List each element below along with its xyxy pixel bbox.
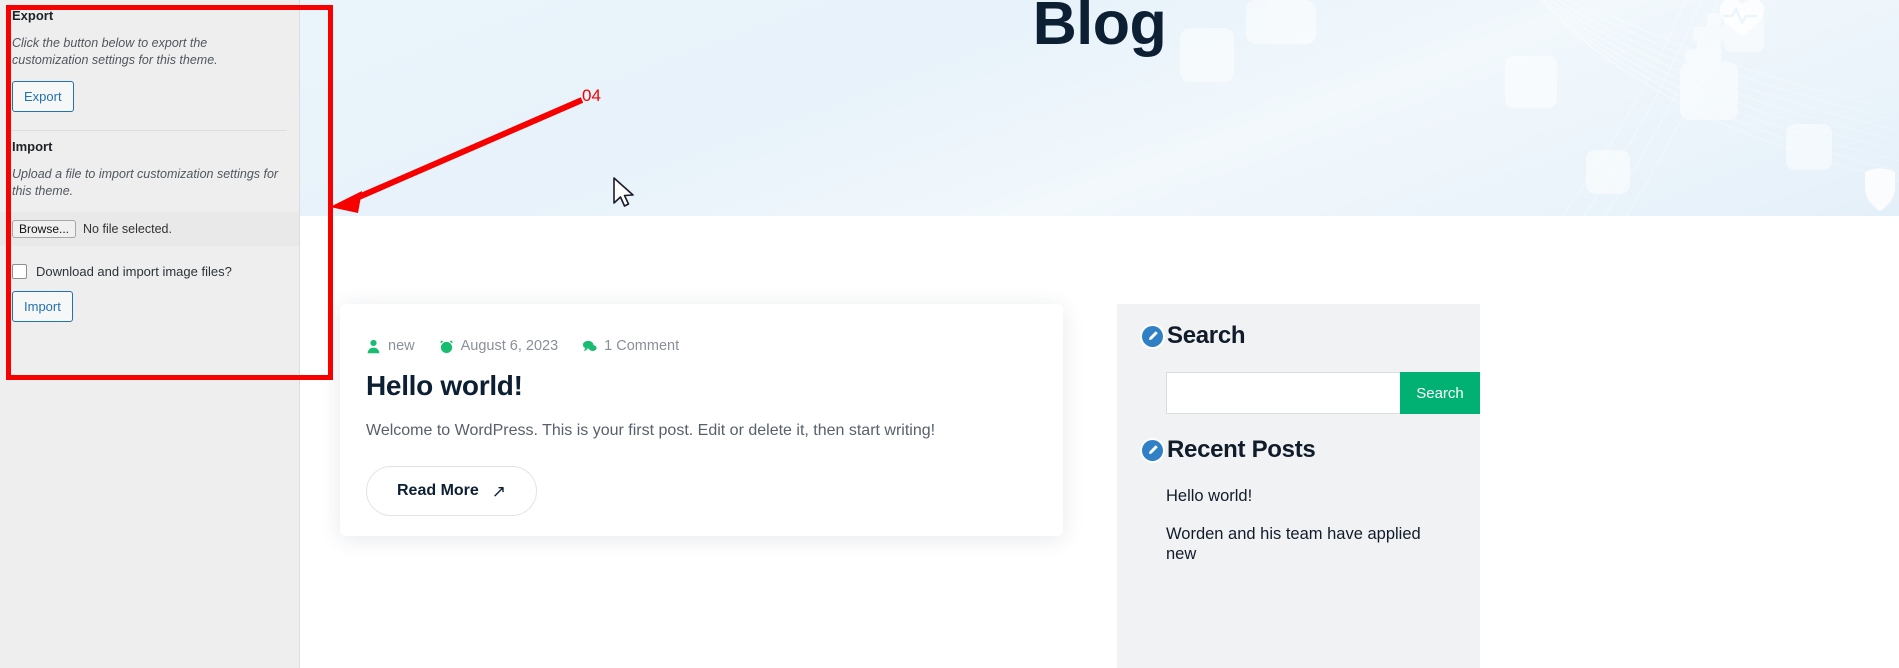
search-input[interactable] <box>1166 372 1400 414</box>
widget-search: Search Search <box>1142 322 1480 414</box>
recent-posts-list: Hello world! Worden and his team have ap… <box>1142 486 1455 565</box>
sidebar-widget-area: Search Search Recent Posts Hello world! … <box>1117 304 1480 668</box>
widget-search-title: Search <box>1142 322 1455 350</box>
page-title: Blog <box>1032 0 1167 57</box>
post-title[interactable]: Hello world! <box>366 370 1037 402</box>
import-heading: Import <box>12 139 53 155</box>
comments-icon <box>582 339 597 354</box>
export-section: Export Click the button below to export … <box>0 0 299 132</box>
blog-body: new August 6, 2023 1 Comment Hello world… <box>300 216 1899 668</box>
post-meta: new August 6, 2023 1 Comment <box>366 338 1037 354</box>
recent-post-link[interactable]: Worden and his team have applied new <box>1166 524 1455 565</box>
post-comments-label: 1 Comment <box>604 338 680 354</box>
screenshot-root: Blog new August 6, 2023 1 Comment Hello … <box>0 0 1899 668</box>
export-heading: Export <box>12 8 54 23</box>
post-author[interactable]: new <box>366 338 415 354</box>
import-section: Import Upload a file to import customiza… <box>0 131 299 323</box>
download-images-row[interactable]: Download and import image files? <box>12 263 287 279</box>
search-submit-button[interactable]: Search <box>1400 372 1480 414</box>
download-images-label: Download and import image files? <box>36 263 232 279</box>
import-button[interactable]: Import <box>12 290 73 323</box>
read-more-label: Read More <box>397 482 479 500</box>
file-status-text: No file selected. <box>83 221 172 236</box>
post-excerpt: Welcome to WordPress. This is your first… <box>366 422 936 439</box>
user-icon <box>366 339 381 354</box>
clock-icon <box>439 339 454 354</box>
pencil-icon <box>1142 325 1163 347</box>
list-item: Worden and his team have applied new <box>1166 524 1455 565</box>
file-upload-row[interactable]: Browse... No file selected. <box>0 211 299 246</box>
download-images-checkbox[interactable] <box>12 263 27 279</box>
widget-recent-posts-title: Recent Posts <box>1142 436 1455 464</box>
post-author-label: new <box>388 338 415 354</box>
widget-recent-posts: Recent Posts Hello world! Worden and his… <box>1142 436 1455 565</box>
post-comments[interactable]: 1 Comment <box>582 338 679 354</box>
widget-search-title-label: Search <box>1167 322 1246 349</box>
page-banner: Blog <box>300 0 1899 216</box>
recent-post-link[interactable]: Hello world! <box>1166 486 1455 507</box>
browse-button[interactable]: Browse... <box>12 219 77 238</box>
list-item: Hello world! <box>1166 486 1455 507</box>
post-date-label: August 6, 2023 <box>460 338 559 354</box>
search-form: Search <box>1166 372 1480 414</box>
import-description: Upload a file to import customization se… <box>12 167 279 198</box>
post-date[interactable]: August 6, 2023 <box>439 338 559 354</box>
site-preview: Blog new August 6, 2023 1 Comment Hello … <box>300 0 1899 668</box>
export-button[interactable]: Export <box>12 80 74 113</box>
read-more-button[interactable]: Read More ↗ <box>366 466 538 517</box>
pencil-icon <box>1142 439 1163 461</box>
widget-recent-posts-title-label: Recent Posts <box>1167 436 1316 463</box>
customizer-panel: Export Click the button below to export … <box>0 0 300 668</box>
export-description: Click the button below to export the cus… <box>12 35 218 67</box>
arrow-up-right-icon: ↗ <box>491 481 507 501</box>
post-card: new August 6, 2023 1 Comment Hello world… <box>340 304 1063 536</box>
